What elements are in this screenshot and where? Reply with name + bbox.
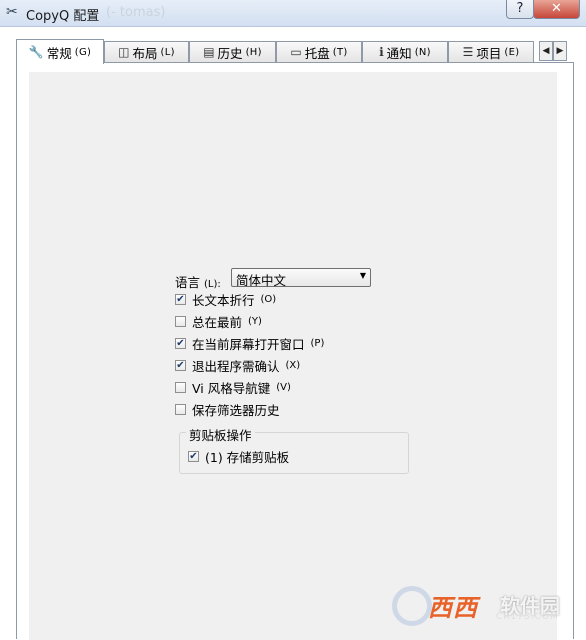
help-button[interactable]: ? (506, 0, 534, 19)
language-select[interactable]: 简体中文 ▼ (231, 268, 371, 288)
wrench-icon: 🔧 (28, 45, 44, 59)
checkbox-label: 保存筛选器历史 (192, 402, 280, 418)
tab-scroll-buttons: ◀ ▶ (539, 41, 569, 61)
watermark-url: CR173.COM (496, 612, 559, 622)
tab-label: 项目 (476, 45, 502, 61)
info-icon: ℹ (379, 45, 384, 59)
wrap-long-text-checkbox[interactable]: 长文本折行 (O) (175, 290, 276, 308)
tab-general[interactable]: 🔧 常规 (G) (16, 39, 104, 64)
group-title: 剪贴板操作 (186, 425, 255, 444)
language-select-value: 简体中文 (236, 273, 287, 288)
checkbox-box[interactable] (175, 337, 186, 349)
tab-panel-general: 语言 (L): 简体中文 ▼ 长文本折行 (O) 总在最前 (Y) 在当前屏幕打… (16, 62, 574, 640)
checkbox-label: (1) 存储剪贴板 (205, 449, 290, 465)
checkbox-box[interactable] (188, 450, 199, 462)
checkbox-box[interactable] (175, 315, 186, 327)
title-bar: ✂ CopyQ 配置 (- tomas) ? ✕ (0, 0, 586, 27)
tab-accel: (H) (245, 46, 262, 58)
tray-icon: ▭ (290, 45, 302, 59)
checkbox-box[interactable] (175, 403, 186, 415)
checkbox-box[interactable] (175, 381, 186, 393)
tab-bar: 🔧 常规 (G) ◫ 布局 (L) ▤ 历史 (H) ▭ 托盘 (T) ℹ 通知… (16, 39, 574, 64)
store-clipboard-checkbox[interactable]: (1) 存储剪贴板 (188, 447, 289, 465)
checkbox-label: 退出程序需确认 (192, 358, 280, 374)
tab-tray[interactable]: ▭ 托盘 (T) (276, 41, 362, 62)
checkbox-label: 长文本折行 (192, 292, 255, 308)
checkbox-accel: (P) (310, 337, 325, 349)
layout-icon: ◫ (118, 45, 130, 59)
always-on-top-checkbox[interactable]: 总在最前 (Y) (175, 312, 262, 330)
tab-label: 布局 (132, 45, 158, 61)
open-on-current-screen-checkbox[interactable]: 在当前屏幕打开窗口 (P) (175, 334, 324, 352)
save-filter-history-checkbox[interactable]: 保存筛选器历史 (175, 400, 280, 418)
checkbox-label: 总在最前 (192, 314, 243, 330)
checkbox-label: 在当前屏幕打开窗口 (192, 336, 305, 352)
checkbox-box[interactable] (175, 359, 186, 371)
tab-scroll-left-icon[interactable]: ◀ (539, 41, 553, 61)
checkbox-label: Vi 风格导航键 (192, 380, 271, 396)
tab-scroll-right-icon[interactable]: ▶ (553, 41, 567, 61)
close-button[interactable]: ✕ (533, 0, 580, 19)
checkbox-accel: (O) (260, 293, 277, 305)
tab-notifications[interactable]: ℹ 通知 (N) (362, 41, 448, 62)
vi-navigation-checkbox[interactable]: Vi 风格导航键 (V) (175, 378, 291, 396)
tab-accel: (T) (332, 46, 348, 58)
watermark-logo: 西西 软件园 CR173.COM (392, 586, 572, 630)
tab-label: 历史 (217, 45, 243, 61)
checkbox-accel: (X) (285, 359, 301, 371)
tab-label: 托盘 (304, 45, 330, 61)
confirm-exit-checkbox[interactable]: 退出程序需确认 (X) (175, 356, 300, 374)
history-icon: ▤ (203, 45, 215, 59)
tab-items[interactable]: ☰ 项目 (E) (448, 41, 534, 62)
tab-accel: (G) (74, 46, 92, 58)
clipboard-ops-group: 剪贴板操作 (1) 存储剪贴板 (179, 425, 409, 474)
language-label: 语言 (L): (175, 275, 221, 290)
checkbox-accel: (V) (276, 381, 291, 393)
tab-label: 常规 (46, 45, 72, 61)
tab-accel: (E) (504, 46, 520, 58)
watermark-brand: 西西 (428, 594, 478, 622)
tab-accel: (L) (160, 46, 175, 58)
tab-layout[interactable]: ◫ 布局 (L) (104, 41, 189, 62)
settings-content: 语言 (L): 简体中文 ▼ 长文本折行 (O) 总在最前 (Y) 在当前屏幕打… (29, 72, 557, 640)
watermark-circle-icon (392, 586, 432, 626)
copyq-scissors-icon: ✂ (6, 4, 18, 20)
checkbox-accel: (Y) (248, 315, 262, 327)
checkbox-box[interactable] (175, 293, 186, 305)
window-title: CopyQ 配置 (26, 9, 100, 24)
tab-history[interactable]: ▤ 历史 (H) (189, 41, 276, 62)
tab-label: 通知 (386, 45, 412, 61)
list-icon: ☰ (462, 45, 474, 59)
window-title-suffix: (- tomas) (106, 5, 166, 20)
tab-accel: (N) (414, 46, 431, 58)
chevron-down-icon: ▼ (359, 271, 366, 280)
